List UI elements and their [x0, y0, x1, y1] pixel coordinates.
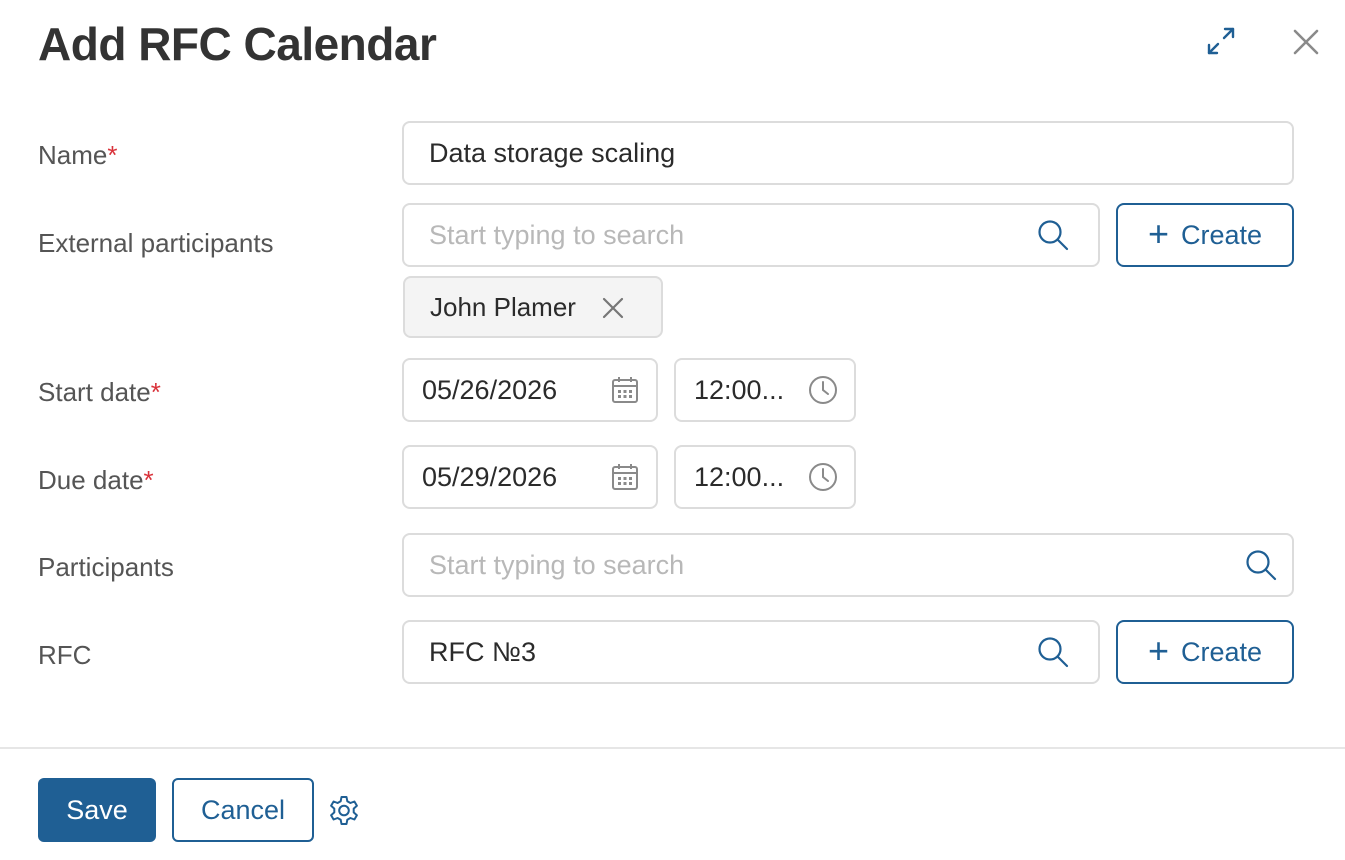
close-icon[interactable]	[1289, 25, 1323, 59]
dialog-title: Add RFC Calendar	[38, 18, 437, 70]
search-icon[interactable]	[1036, 218, 1070, 252]
due-date-value[interactable]: 05/29/2026	[404, 462, 557, 493]
create-button-label: Create	[1180, 219, 1263, 250]
rfc-search[interactable]: RFC №3	[402, 620, 1100, 684]
expand-icon[interactable]	[1204, 24, 1238, 58]
participants-label: Participants	[38, 552, 174, 582]
required-mark: *	[143, 465, 154, 495]
start-date-label-text: Start date	[38, 377, 151, 407]
start-date-label: Start date*	[38, 377, 161, 407]
cancel-button[interactable]: Cancel	[172, 778, 314, 842]
due-date-label-text: Due date	[38, 465, 144, 495]
search-icon[interactable]	[1244, 548, 1278, 582]
gear-icon[interactable]	[327, 794, 361, 828]
start-date-value[interactable]: 05/26/2026	[404, 375, 557, 406]
due-time-value[interactable]: 12:00...	[676, 462, 784, 493]
due-date-label: Due date*	[38, 465, 154, 495]
participant-chip: John Plamer	[403, 276, 663, 338]
plus-icon: +	[1147, 629, 1169, 671]
external-participants-search[interactable]	[402, 203, 1100, 267]
footer-divider	[0, 747, 1345, 749]
external-participants-input[interactable]	[404, 205, 1098, 265]
participants-input[interactable]	[404, 535, 1292, 595]
plus-icon: +	[1147, 212, 1169, 254]
create-rfc-button[interactable]: + Create	[1116, 620, 1294, 684]
create-external-participant-button[interactable]: + Create	[1116, 203, 1294, 267]
start-time-value[interactable]: 12:00...	[676, 375, 784, 406]
clock-icon[interactable]	[806, 460, 840, 494]
calendar-icon[interactable]	[608, 460, 642, 494]
start-date-field[interactable]: 05/26/2026	[402, 358, 658, 422]
due-time-field[interactable]: 12:00...	[674, 445, 856, 509]
remove-chip-icon[interactable]	[601, 296, 625, 320]
due-date-field[interactable]: 05/29/2026	[402, 445, 658, 509]
participants-search[interactable]	[402, 533, 1294, 597]
required-mark: *	[150, 377, 161, 407]
rfc-label: RFC	[38, 640, 92, 670]
search-icon[interactable]	[1036, 635, 1070, 669]
name-label: Name*	[38, 140, 117, 170]
chip-label: John Plamer	[430, 291, 576, 322]
save-button[interactable]: Save	[38, 778, 156, 842]
name-field[interactable]: Data storage scaling	[402, 121, 1294, 185]
clock-icon[interactable]	[806, 373, 840, 407]
create-button-label: Create	[1180, 636, 1263, 667]
rfc-value[interactable]: RFC №3	[404, 637, 536, 668]
name-label-text: Name	[38, 140, 108, 170]
name-value[interactable]: Data storage scaling	[404, 138, 675, 169]
external-participants-label: External participants	[38, 228, 274, 258]
calendar-icon[interactable]	[608, 373, 642, 407]
start-time-field[interactable]: 12:00...	[674, 358, 856, 422]
required-mark: *	[107, 140, 118, 170]
